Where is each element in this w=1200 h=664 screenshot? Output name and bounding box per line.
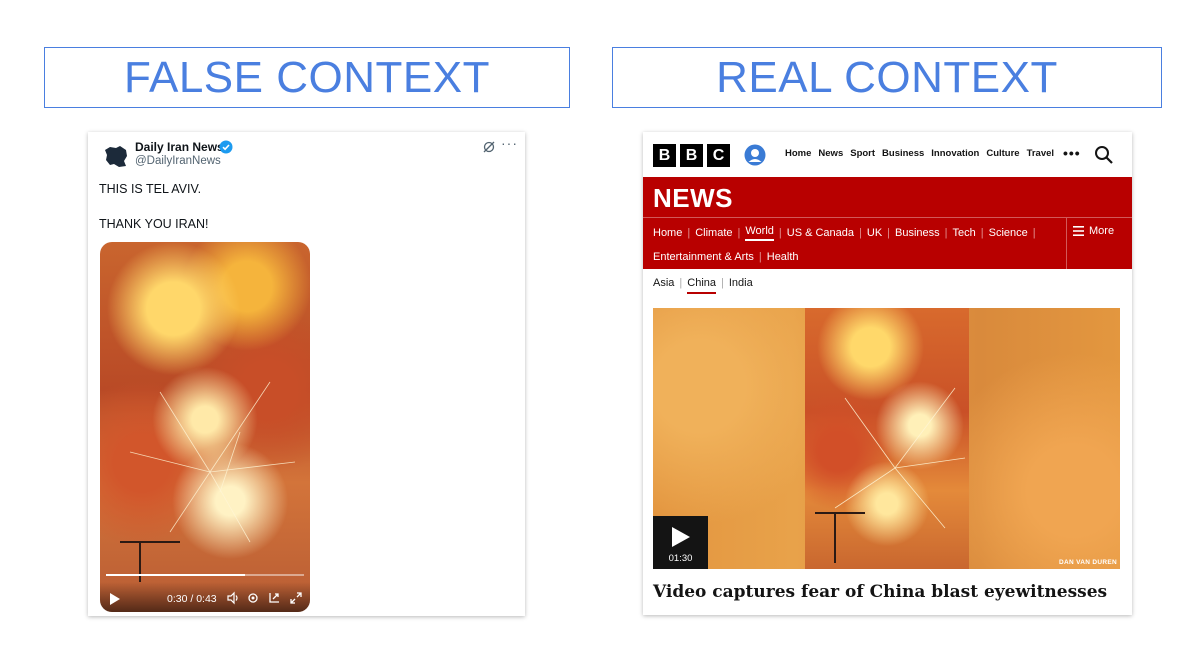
real-context-heading: REAL CONTEXT <box>612 47 1162 108</box>
nav-climate[interactable]: Climate <box>695 227 732 239</box>
nav-science[interactable]: Science <box>989 227 1028 239</box>
article-video-thumbnail[interactable]: 01:30 DAN VAN DUREN <box>653 308 1120 569</box>
tweet-handle[interactable]: @DailyIranNews <box>135 155 221 167</box>
bbc-logo-letter: B <box>680 144 703 167</box>
news-nav-row1: Home | Climate | World | US & Canada | UK | B… <box>653 225 1036 241</box>
image-credit: DAN VAN DUREN <box>1059 559 1117 566</box>
real-context-label: REAL CONTEXT <box>716 52 1058 102</box>
bbc-logo-letter: B <box>653 144 676 167</box>
top-nav-home[interactable]: Home <box>785 148 811 159</box>
news-section-band: NEWS Home | Climate | World | US & Canada | … <box>643 177 1132 269</box>
nav-uk[interactable]: UK <box>867 227 882 239</box>
bbc-top-nav: Home News Sport Business Innovation Cult… <box>785 148 1054 159</box>
top-nav-sport[interactable]: Sport <box>850 148 875 159</box>
tweet-text-line2: THANK YOU IRAN! <box>99 217 209 231</box>
volume-icon[interactable] <box>226 591 240 605</box>
bbc-logo[interactable]: B B C <box>653 144 730 167</box>
video-time: 0:30 / 0:43 <box>167 593 217 605</box>
top-nav-news[interactable]: News <box>818 148 843 159</box>
play-icon <box>672 527 690 547</box>
tweet-card: Daily Iran News @DailyIranNews ··· THIS … <box>88 132 525 616</box>
iran-map-avatar-icon[interactable] <box>102 142 130 170</box>
news-nav-row2: Entertainment & Arts | Health <box>653 251 799 263</box>
article-headline[interactable]: Video captures fear of China blast eyewi… <box>653 582 1107 602</box>
picture-in-picture-icon[interactable] <box>267 591 281 605</box>
nav-world[interactable]: World <box>745 225 774 241</box>
top-nav-more-icon[interactable]: ••• <box>1063 145 1081 161</box>
video-controls: 0:30 / 0:43 <box>100 582 310 612</box>
grok-icon[interactable] <box>482 140 496 154</box>
more-options-icon[interactable]: ··· <box>501 135 518 151</box>
subnav-china[interactable]: China <box>687 277 717 294</box>
top-nav-business[interactable]: Business <box>882 148 924 159</box>
top-nav-culture[interactable]: Culture <box>986 148 1019 159</box>
video-duration: 01:30 <box>668 553 693 564</box>
region-sub-nav: Asia | China | India <box>653 277 753 294</box>
tweet-text-line1: THIS IS TEL AVIV. <box>99 182 202 196</box>
menu-icon <box>1073 226 1084 236</box>
nav-more-button[interactable]: More <box>1073 225 1114 237</box>
search-icon[interactable] <box>1094 145 1114 165</box>
explosion-sparks <box>815 387 966 563</box>
false-context-heading: FALSE CONTEXT <box>44 47 570 108</box>
band-divider <box>643 217 1132 218</box>
nav-more-label: More <box>1089 225 1115 237</box>
fullscreen-icon[interactable] <box>289 591 303 605</box>
subnav-asia[interactable]: Asia <box>653 277 674 294</box>
play-icon[interactable] <box>110 593 120 605</box>
video-play-button[interactable]: 01:30 <box>653 516 708 569</box>
bbc-article-card: B B C Home News Sport Business Innovatio… <box>643 132 1132 615</box>
top-nav-innovation[interactable]: Innovation <box>931 148 979 159</box>
bbc-logo-letter: C <box>707 144 730 167</box>
video-progress-fill <box>106 574 245 576</box>
nav-entertainment-arts[interactable]: Entertainment & Arts <box>653 251 754 263</box>
nav-business[interactable]: Business <box>895 227 940 239</box>
video-progress-bar[interactable] <box>106 574 304 576</box>
false-context-label: FALSE CONTEXT <box>124 52 490 102</box>
tweet-display-name[interactable]: Daily Iran News <box>135 140 224 154</box>
nav-health[interactable]: Health <box>767 251 799 263</box>
tweet-video[interactable]: 0:30 / 0:43 <box>100 242 310 612</box>
top-nav-travel[interactable]: Travel <box>1027 148 1054 159</box>
account-icon[interactable] <box>744 144 766 166</box>
explosion-footage <box>805 308 969 569</box>
nav-tech[interactable]: Tech <box>953 227 976 239</box>
settings-gear-icon[interactable] <box>246 591 260 605</box>
verified-badge-icon <box>219 140 233 154</box>
subnav-india[interactable]: India <box>729 277 753 294</box>
more-divider <box>1066 218 1067 269</box>
news-section-title[interactable]: NEWS <box>653 183 733 214</box>
explosion-sparks <box>120 381 296 582</box>
nav-us-canada[interactable]: US & Canada <box>787 227 854 239</box>
nav-home[interactable]: Home <box>653 227 682 239</box>
